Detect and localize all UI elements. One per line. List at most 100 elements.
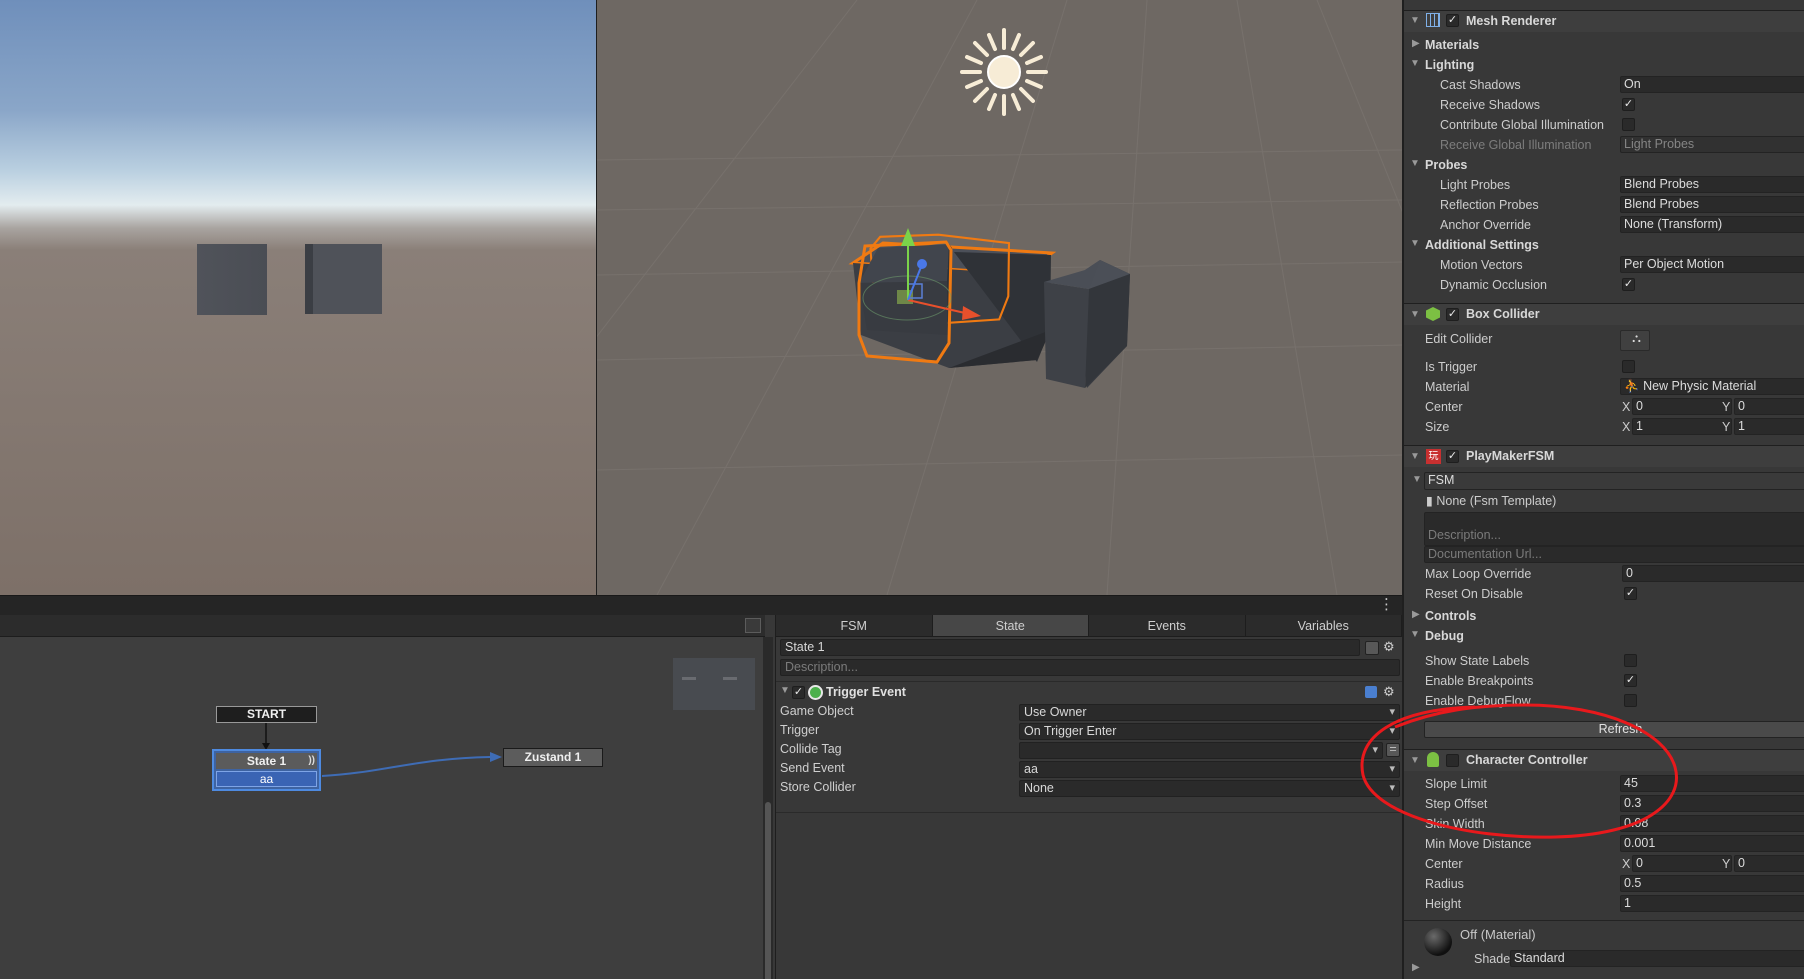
action-enabled-checkbox[interactable]: ✓ — [792, 686, 805, 699]
center-x-field[interactable]: 0 — [1632, 398, 1732, 415]
foldout-arrow-icon[interactable]: ▶ — [1412, 609, 1420, 620]
physic-material-field[interactable]: ⛹ New Physic Material — [1620, 378, 1804, 395]
shader-dropdown[interactable]: Standard — [1510, 950, 1804, 967]
game-view[interactable] — [0, 0, 596, 595]
state-transition-event[interactable]: aa — [216, 771, 317, 787]
foldout-arrow-icon[interactable]: ▼ — [1410, 451, 1420, 462]
motion-vectors-dropdown[interactable]: Per Object Motion — [1620, 256, 1804, 273]
action-title[interactable]: Trigger Event — [826, 684, 906, 701]
send-event-dropdown[interactable]: aa — [1019, 761, 1400, 778]
section-title[interactable]: Additional Settings — [1425, 236, 1539, 254]
fsm-template-field[interactable]: ▮ None (Fsm Template) — [1426, 492, 1556, 510]
anchor-override-field[interactable]: None (Transform) — [1620, 216, 1804, 233]
foldout-arrow-icon[interactable]: ▼ — [1412, 474, 1422, 485]
contribute-gi-checkbox[interactable] — [1622, 118, 1635, 131]
section-title[interactable]: Lighting — [1425, 56, 1474, 74]
state-color-box[interactable] — [1365, 641, 1379, 655]
start-node[interactable]: START — [216, 706, 317, 723]
gear-icon[interactable]: ⚙ — [1383, 684, 1395, 700]
scene-view[interactable] — [597, 0, 1402, 595]
component-enabled-checkbox[interactable]: ✓ — [1446, 308, 1459, 321]
state-description-input[interactable]: Description... — [780, 659, 1400, 676]
edit-collider-button[interactable]: ⛬ — [1620, 330, 1650, 351]
center-y-field[interactable]: 0 — [1734, 855, 1804, 872]
component-enabled-checkbox[interactable]: ✓ — [1446, 14, 1459, 27]
character-controller-header[interactable] — [1404, 749, 1804, 771]
store-collider-dropdown[interactable]: None — [1019, 780, 1400, 797]
component-enabled-checkbox[interactable] — [1446, 754, 1459, 767]
field-label: Game Object — [780, 704, 854, 718]
skin-width-field[interactable]: 0.08 — [1620, 815, 1804, 832]
state-node-zustand-1[interactable]: Zustand 1 — [503, 748, 603, 767]
material-preview-icon[interactable] — [1424, 928, 1452, 956]
mesh-renderer-header[interactable] — [1404, 10, 1804, 32]
field-label: Slope Limit — [1425, 777, 1487, 791]
height-field[interactable]: 1 — [1620, 895, 1804, 912]
foldout-arrow-icon[interactable]: ▶ — [1412, 962, 1420, 973]
radius-field[interactable]: 0.5 — [1620, 875, 1804, 892]
foldout-arrow-icon[interactable]: ▼ — [1410, 629, 1420, 640]
state-node-state-1[interactable]: State 1)) aa — [212, 749, 321, 791]
reflection-probes-dropdown[interactable]: Blend Probes — [1620, 196, 1804, 213]
state-name-input[interactable]: State 1 — [780, 639, 1360, 656]
is-trigger-checkbox[interactable] — [1622, 360, 1635, 373]
tab-variables[interactable]: Variables — [1246, 615, 1402, 636]
fsm-name-field[interactable]: FSM — [1424, 472, 1804, 490]
refresh-button[interactable]: Refresh — [1424, 721, 1804, 738]
center-y-field[interactable]: 0 — [1734, 398, 1804, 415]
trigger-dropdown[interactable]: On Trigger Enter — [1019, 723, 1400, 740]
field-label: Receive Shadows — [1440, 98, 1541, 112]
center-x-field[interactable]: 0 — [1632, 855, 1732, 872]
fsm-graph-view[interactable]: START State 1)) aa Zustand 1 — [0, 615, 773, 979]
component-enabled-checkbox[interactable]: ✓ — [1446, 450, 1459, 463]
collide-tag-dropdown[interactable] — [1019, 742, 1383, 759]
foldout-arrow-icon[interactable]: ▼ — [780, 685, 790, 696]
enable-breakpoints-checkbox[interactable]: ✓ — [1624, 674, 1637, 687]
section-title[interactable]: Probes — [1425, 156, 1467, 174]
graph-scrollbar[interactable] — [763, 637, 773, 979]
show-state-labels-checkbox[interactable] — [1624, 654, 1637, 667]
step-offset-field[interactable]: 0.3 — [1620, 795, 1804, 812]
cast-shadows-dropdown[interactable]: On — [1620, 76, 1804, 93]
section-title[interactable]: Debug — [1425, 627, 1464, 645]
foldout-arrow-icon[interactable]: ▼ — [1410, 58, 1420, 69]
tab-fsm[interactable]: FSM — [776, 615, 933, 636]
field-label: Skin Width — [1425, 817, 1485, 831]
game-object-dropdown[interactable]: Use Owner — [1019, 704, 1400, 721]
divider — [776, 812, 1403, 813]
box-collider-header[interactable] — [1404, 303, 1804, 325]
action-icon — [808, 685, 823, 700]
documentation-url-input[interactable]: Documentation Url... — [1424, 546, 1804, 563]
section-title[interactable]: Materials — [1425, 36, 1479, 54]
enable-debugflow-checkbox[interactable] — [1624, 694, 1637, 707]
foldout-arrow-icon[interactable]: ▼ — [1410, 238, 1420, 249]
more-options-icon[interactable]: ⋮ — [1379, 596, 1394, 614]
scrollbar-thumb[interactable] — [765, 802, 771, 979]
playmaker-icon: 玩 — [1426, 449, 1441, 464]
scene-canvas[interactable] — [597, 0, 1402, 595]
light-probes-dropdown[interactable]: Blend Probes — [1620, 176, 1804, 193]
max-loop-field[interactable]: 0 — [1622, 565, 1804, 582]
component-title: PlayMakerFSM — [1466, 449, 1555, 463]
fsm-description-input[interactable]: Description... — [1424, 512, 1804, 546]
size-x-field[interactable]: 1 — [1632, 418, 1732, 435]
script-icon[interactable] — [1365, 686, 1377, 698]
foldout-arrow-icon[interactable]: ▼ — [1410, 755, 1420, 766]
receive-shadows-checkbox[interactable]: ✓ — [1622, 98, 1635, 111]
playmaker-header[interactable] — [1404, 445, 1804, 467]
min-move-distance-field[interactable]: 0.001 — [1620, 835, 1804, 852]
foldout-arrow-icon[interactable]: ▶ — [1412, 38, 1420, 49]
size-y-field[interactable]: 1 — [1734, 418, 1804, 435]
slope-limit-field[interactable]: 45 — [1620, 775, 1804, 792]
reset-on-disable-checkbox[interactable]: ✓ — [1624, 587, 1637, 600]
tab-state[interactable]: State — [932, 615, 1089, 636]
gear-icon[interactable]: ⚙ — [1383, 639, 1395, 655]
tab-events[interactable]: Events — [1089, 615, 1246, 636]
list-button[interactable]: = — [1386, 743, 1400, 757]
field-label: Trigger — [780, 723, 820, 737]
foldout-arrow-icon[interactable]: ▼ — [1410, 309, 1420, 320]
dynamic-occlusion-checkbox[interactable]: ✓ — [1622, 278, 1635, 291]
foldout-arrow-icon[interactable]: ▼ — [1410, 158, 1420, 169]
section-title[interactable]: Controls — [1425, 607, 1476, 625]
foldout-arrow-icon[interactable]: ▼ — [1410, 15, 1420, 26]
